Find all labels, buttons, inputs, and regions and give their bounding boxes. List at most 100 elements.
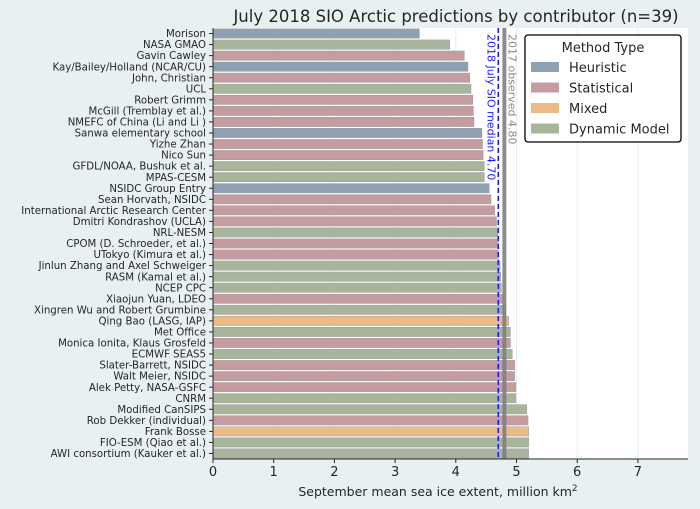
- y-tick-labels: MorisonNASA GMAOGavin CawleyKay/Bailey/H…: [21, 29, 213, 460]
- bar-11: [212, 150, 484, 160]
- y-tick-label-7: McGill (Tremblay et al.): [89, 106, 206, 117]
- bar-35: [212, 415, 529, 426]
- y-tick-label-27: Met Office: [154, 328, 206, 339]
- x-tick-label-7: 7: [634, 465, 642, 480]
- bar-3: [212, 61, 469, 72]
- x-tick-labels: 0 1 2 3 4 5 6 7: [209, 459, 642, 480]
- y-tick-label-26: Qing Bao (LASG, IAP): [99, 316, 207, 327]
- y-tick-label-19: CPOM (D. Schroeder, et al.): [66, 239, 206, 250]
- bar-29: [212, 349, 513, 359]
- bar-24: [212, 293, 503, 304]
- y-tick-label-1: NASA GMAO: [143, 40, 206, 51]
- y-tick-label-38: AWI consortium (Kauker et al.): [51, 449, 206, 460]
- y-tick-label-24: Xiaojun Yuan, LDEO: [106, 294, 206, 305]
- y-tick-label-5: UCL: [186, 84, 207, 95]
- bar-19: [212, 238, 499, 249]
- y-tick-label-13: MPAS-CESM: [146, 173, 206, 184]
- x-tick-label-0: 0: [209, 465, 217, 480]
- legend-label-statistical: Statistical: [569, 82, 633, 97]
- x-tick-label-4: 4: [452, 465, 460, 480]
- y-tick-label-3: Kay/Bailey/Holland (NCAR/CU): [52, 62, 206, 73]
- legend-swatch-heuristic: [531, 62, 559, 72]
- bar-27: [212, 327, 511, 337]
- y-tick-label-11: Nico Sun: [161, 151, 206, 162]
- bar-18: [212, 227, 498, 238]
- y-tick-label-22: RASM (Kamal et al.): [105, 272, 206, 283]
- y-tick-label-6: Robert Grimm: [134, 95, 206, 106]
- x-tick-label-5: 5: [512, 465, 520, 480]
- bar-14: [212, 183, 490, 194]
- bar-1: [212, 39, 450, 50]
- legend: Method Type Heuristic Statistical Mixed Dyn…: [524, 34, 682, 143]
- bar-16: [212, 205, 495, 216]
- legend-label-mixed: Mixed: [569, 102, 607, 117]
- y-tick-label-23: NCEP CPC: [155, 283, 206, 294]
- bar-36: [212, 426, 529, 437]
- y-tick-label-37: FIO-ESM (Qiao et al.): [100, 438, 206, 449]
- chart-title: July 2018 SIO Arctic predictions by cont…: [232, 7, 678, 26]
- y-tick-label-8: NMEFC of China (Li and Li ): [68, 118, 206, 129]
- bar-30: [212, 360, 515, 370]
- y-tick-label-33: CNRM: [175, 394, 206, 405]
- median-line-label: 2018 July SIO median 4.70: [484, 34, 497, 180]
- x-tick-label-3: 3: [391, 465, 399, 480]
- y-tick-label-29: ECMWF SEAS5: [132, 350, 206, 361]
- bar-12: [212, 161, 485, 172]
- y-tick-label-14: NSIDC Group Entry: [109, 184, 206, 195]
- y-tick-label-32: Alek Petty, NASA-GSFC: [89, 383, 206, 394]
- y-tick-label-17: Dmitri Kondrashov (UCLA): [73, 217, 206, 228]
- x-tick-label-2: 2: [330, 465, 338, 480]
- bar-20: [212, 249, 499, 260]
- bar-2: [212, 50, 465, 61]
- legend-label-dynamic-model: Dynamic Model: [569, 123, 670, 138]
- x-tick-label-1: 1: [270, 465, 278, 480]
- legend-swatch-dynamic-model: [531, 123, 559, 134]
- y-tick-label-15: Sean Horvath, NSIDC: [98, 195, 206, 206]
- y-tick-label-31: Walt Meier, NSIDC: [113, 372, 206, 383]
- bar-21: [212, 260, 501, 271]
- bar-25: [212, 304, 506, 315]
- y-tick-label-10: Yizhe Zhan: [149, 140, 206, 151]
- y-tick-label-20: UTokyo (Kimura et al.): [93, 250, 206, 261]
- bar-7: [212, 105, 474, 116]
- bar-4: [212, 72, 471, 83]
- chart: July 2018 SIO Arctic predictions by cont…: [21, 7, 688, 499]
- bar-37: [212, 437, 529, 448]
- bar-10: [212, 139, 483, 149]
- y-tick-label-9: Sanwa elementary school: [75, 129, 206, 140]
- y-tick-label-18: NRL-NESM: [153, 228, 206, 239]
- y-tick-label-36: Frank Bosse: [145, 427, 206, 438]
- y-tick-label-35: Rob Dekker (individual): [87, 416, 206, 427]
- bar-0: [212, 28, 420, 39]
- bar-32: [212, 382, 517, 393]
- bar-33: [212, 393, 517, 404]
- y-tick-label-2: Gavin Cawley: [136, 51, 206, 62]
- y-tick-label-25: Xingren Wu and Robert Grumbine: [34, 305, 206, 316]
- bar-5: [212, 83, 472, 94]
- y-tick-label-34: Modified CanSIPS: [117, 405, 206, 416]
- x-axis-label-superscript: 2: [572, 484, 578, 494]
- bar-8: [212, 117, 475, 127]
- bar-26: [212, 315, 509, 326]
- bar-6: [212, 94, 474, 105]
- bar-34: [212, 404, 528, 415]
- y-tick-label-0: Morison: [166, 29, 206, 40]
- observed-line-label: 2017 observed 4.80: [505, 34, 518, 144]
- legend-swatch-statistical: [531, 82, 559, 93]
- bar-13: [212, 172, 485, 183]
- x-tick-label-6: 6: [573, 465, 581, 480]
- legend-label-heuristic: Heuristic: [569, 61, 627, 76]
- bar-15: [212, 194, 492, 205]
- x-axis-label: September mean sea ice extent, million k…: [298, 484, 577, 499]
- y-tick-label-12: GFDL/NOAA, Bushuk et al.: [73, 162, 206, 173]
- bar-28: [212, 338, 511, 348]
- legend-swatch-mixed: [531, 103, 559, 113]
- bar-17: [212, 216, 497, 227]
- bar-9: [212, 128, 483, 138]
- x-axis-label-text: September mean sea ice extent, million k…: [298, 484, 572, 499]
- y-tick-label-16: International Arctic Research Center: [21, 206, 207, 217]
- bar-38: [212, 448, 529, 459]
- y-tick-label-28: Monica Ionita, Klaus Grosfeld: [58, 339, 206, 350]
- bar-23: [212, 282, 502, 293]
- y-tick-label-4: John, Christian: [131, 73, 206, 84]
